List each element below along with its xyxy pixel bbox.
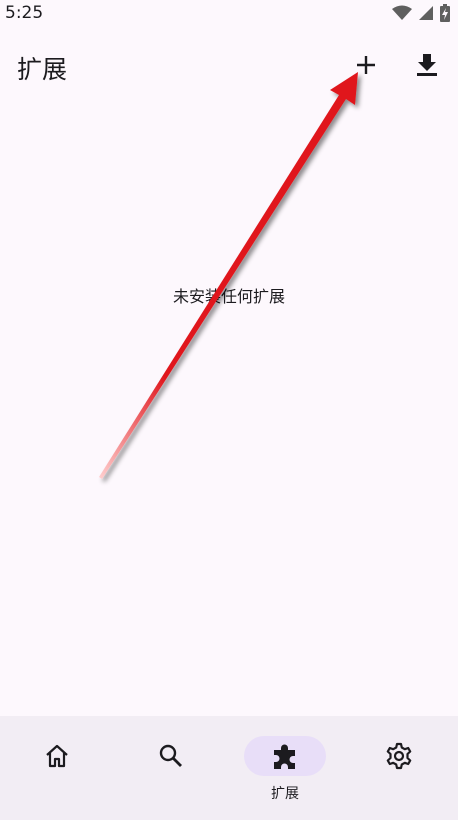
nav-icon-container: [358, 736, 440, 776]
wifi-icon: [392, 5, 412, 20]
nav-icon-container: [16, 736, 98, 776]
home-icon: [46, 744, 68, 768]
nav-item-home[interactable]: [0, 716, 114, 820]
status-time: 5:25: [5, 3, 44, 23]
status-bar: 5:25: [0, 0, 458, 26]
battery-charging-icon: [440, 4, 450, 22]
page-title: 扩展: [17, 55, 68, 84]
search-icon: [159, 744, 182, 767]
annotation-arrow: [99, 72, 358, 479]
status-icons: [392, 4, 450, 22]
nav-label-extensions: 扩展: [271, 786, 299, 802]
nav-active-indicator: [244, 736, 326, 776]
empty-state-message: 未安装任何扩展: [172, 287, 285, 306]
download-button[interactable]: [407, 45, 447, 85]
download-icon: [417, 54, 437, 76]
add-button[interactable]: [346, 45, 386, 85]
top-app-bar: 扩展: [0, 40, 458, 92]
bottom-navigation: 扩展: [0, 716, 458, 820]
nav-item-settings[interactable]: [342, 716, 456, 820]
nav-item-extensions[interactable]: 扩展: [228, 716, 342, 820]
puzzle-icon: [274, 744, 295, 769]
settings-gear-icon: [386, 742, 412, 770]
signal-icon: [419, 6, 433, 20]
nav-icon-container: [130, 736, 212, 776]
nav-item-search[interactable]: [114, 716, 228, 820]
add-icon: [357, 56, 375, 74]
